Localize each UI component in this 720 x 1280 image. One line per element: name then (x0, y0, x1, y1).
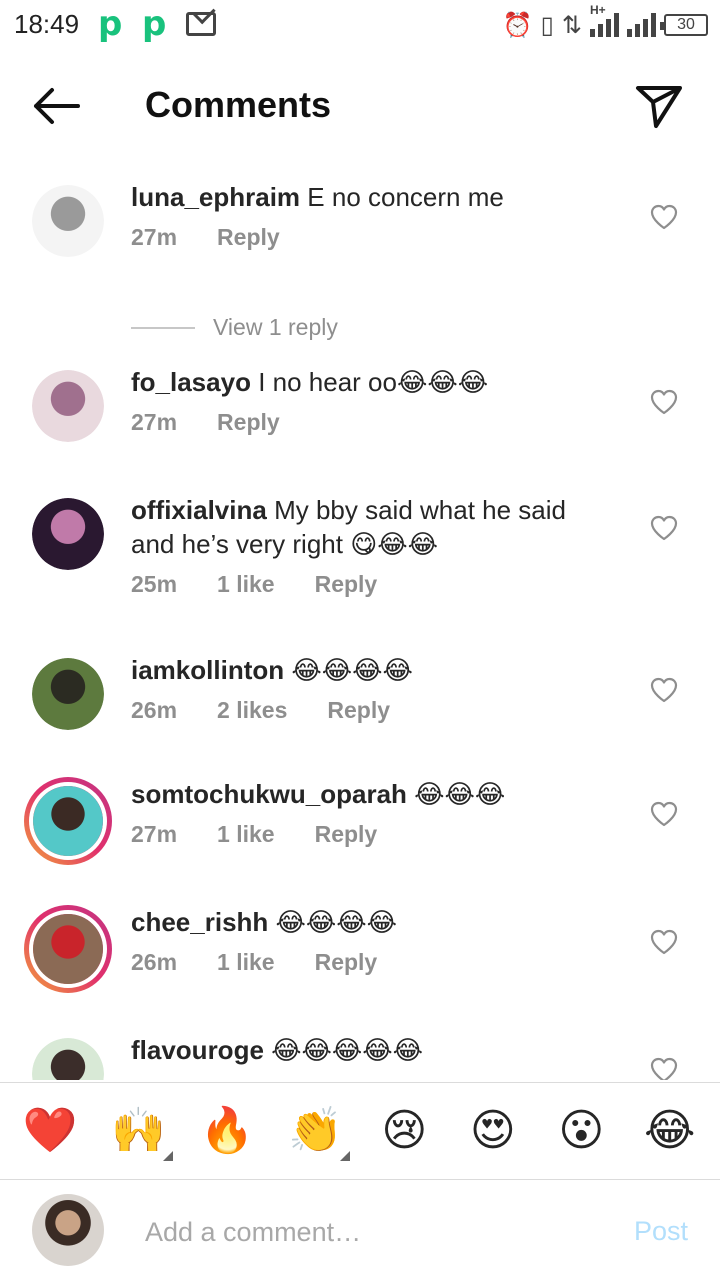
like-heart-icon[interactable] (650, 515, 678, 541)
story-avatar[interactable] (24, 905, 112, 993)
comment-time: 25m (131, 571, 178, 597)
comment-time: 27m (131, 224, 178, 250)
comment-time: 27m (131, 409, 178, 435)
variants-indicator-icon (162, 1151, 173, 1161)
comments-list[interactable]: luna_ephraim E no concern me 27m Reply View… (0, 160, 720, 1080)
comment-meta: 27m Reply (131, 224, 280, 251)
send-icon[interactable] (634, 80, 684, 130)
comment-composer: Post (0, 1180, 720, 1280)
reaction-glyph: 🙌 (111, 1105, 167, 1156)
reaction-glyph: 👏 (288, 1105, 344, 1156)
comment-username[interactable]: offixialvina (131, 495, 267, 525)
comment-time: 26m (131, 949, 178, 975)
comment-input[interactable] (145, 1210, 585, 1254)
signal-h-plus-icon: H+ (590, 3, 619, 37)
reply-button[interactable]: Reply (217, 224, 280, 251)
avatar (32, 1194, 104, 1266)
comment-text: offixialvina My bby said what he said an… (131, 493, 611, 561)
heart-emoji[interactable]: ❤️ (10, 1101, 90, 1161)
quick-reactions-bar: ❤️ 🙌 🔥 👏 😢 😍 😮 😂 (0, 1082, 720, 1180)
like-heart-icon[interactable] (650, 929, 678, 955)
reply-button[interactable]: Reply (315, 571, 378, 598)
comment-meta: 26m 1 like Reply (131, 949, 377, 976)
surprised-face-emoji[interactable]: 😮 (541, 1101, 621, 1161)
comment-meta: 27m 1 like Reply (131, 821, 377, 848)
comment-likes[interactable]: 1 like (217, 821, 275, 848)
tears-of-joy-emoji[interactable]: 😂 (630, 1101, 710, 1161)
crying-face-emoji[interactable]: 😢 (364, 1101, 444, 1161)
comment-username[interactable]: luna_ephraim (131, 182, 300, 212)
fire-emoji[interactable]: 🔥 (187, 1101, 267, 1161)
comment-username[interactable]: somtochukwu_oparah (131, 779, 407, 809)
p-app-icon: p (98, 4, 123, 44)
comment-likes[interactable]: 1 like (217, 571, 275, 598)
reply-button[interactable]: Reply (315, 821, 378, 848)
comment-meta: 27m Reply (131, 409, 280, 436)
reaction-glyph: 🔥 (199, 1105, 255, 1156)
view-replies-button[interactable]: View 1 reply (131, 314, 338, 341)
alarm-icon: ⏰ (502, 11, 533, 39)
back-arrow-icon[interactable] (28, 82, 84, 130)
battery-icon: 30 (660, 14, 708, 36)
comment-text: luna_ephraim E no concern me (131, 180, 611, 214)
comment-time: 27m (131, 821, 178, 847)
comment-username[interactable]: iamkollinton (131, 655, 284, 685)
avatar[interactable] (32, 1038, 104, 1080)
like-heart-icon[interactable] (650, 677, 678, 703)
clapping-hands-emoji[interactable]: 👏 (276, 1101, 356, 1161)
comment-username[interactable]: chee_rishh (131, 907, 268, 937)
comment-text: flavouroge 😂😂😂😂😂 (131, 1033, 611, 1067)
comment-meta: 26m 2 likes Reply (131, 697, 390, 724)
comment-text: fo_lasayo I no hear oo😂😂😂 (131, 365, 611, 399)
comment-body: 😂😂😂😂 (275, 907, 398, 937)
comment-likes[interactable]: 1 like (217, 949, 275, 976)
data-transfer-icon: ⇅ (561, 11, 582, 39)
reply-button[interactable]: Reply (327, 697, 390, 724)
reaction-glyph: 😂 (644, 1105, 696, 1156)
like-heart-icon[interactable] (650, 801, 678, 827)
signal-icon (627, 13, 656, 37)
comment-body: 😂😂😂 (414, 779, 506, 809)
story-avatar[interactable] (24, 777, 112, 865)
comment-text: somtochukwu_oparah 😂😂😂 (131, 777, 611, 811)
status-icons: ⏰ ▯ ⇅ H+ 30 (502, 3, 708, 42)
comment-meta: 25m 1 like Reply (131, 571, 377, 598)
comment-username[interactable]: fo_lasayo (131, 367, 251, 397)
status-bar: 18:49 p p ⏰ ▯ ⇅ H+ 30 (0, 0, 720, 50)
post-button[interactable]: Post (634, 1216, 688, 1247)
comment-time: 26m (131, 697, 178, 723)
divider (131, 326, 195, 329)
reaction-glyph: ❤️ (22, 1105, 78, 1156)
comment-body: 😂😂😂😂😂 (271, 1035, 424, 1065)
comment-body: E no concern me (307, 182, 504, 212)
page-title: Comments (145, 84, 332, 125)
reaction-glyph: 😢 (381, 1105, 428, 1156)
mail-icon (186, 12, 216, 36)
avatar[interactable] (32, 370, 104, 442)
like-heart-icon[interactable] (650, 204, 678, 230)
avatar[interactable] (32, 658, 104, 730)
reaction-glyph: 😮 (558, 1105, 605, 1156)
reply-button[interactable]: Reply (217, 409, 280, 436)
comment-likes[interactable]: 2 likes (217, 697, 287, 724)
comment-username[interactable]: flavouroge (131, 1035, 264, 1065)
reaction-glyph: 😍 (469, 1105, 516, 1156)
comment-body: 😂😂😂😂 (291, 655, 413, 685)
vibrate-icon: ▯ (540, 11, 554, 39)
comment-text: chee_rishh 😂😂😂😂 (131, 905, 611, 939)
like-heart-icon[interactable] (650, 1057, 678, 1080)
comment-text: iamkollinton 😂😂😂😂 (131, 653, 611, 687)
raising-hands-emoji[interactable]: 🙌 (99, 1101, 179, 1161)
status-time: 18:49 (14, 9, 80, 39)
like-heart-icon[interactable] (650, 389, 678, 415)
variants-indicator-icon (339, 1151, 350, 1161)
avatar[interactable] (32, 498, 104, 570)
avatar[interactable] (32, 185, 104, 257)
heart-eyes-emoji[interactable]: 😍 (453, 1101, 533, 1161)
header: Comments (0, 60, 720, 150)
comment-body: I no hear oo😂😂😂 (258, 367, 489, 397)
reply-button[interactable]: Reply (315, 949, 378, 976)
view-replies-label: View 1 reply (213, 314, 338, 340)
p-app-icon: p (142, 4, 167, 44)
